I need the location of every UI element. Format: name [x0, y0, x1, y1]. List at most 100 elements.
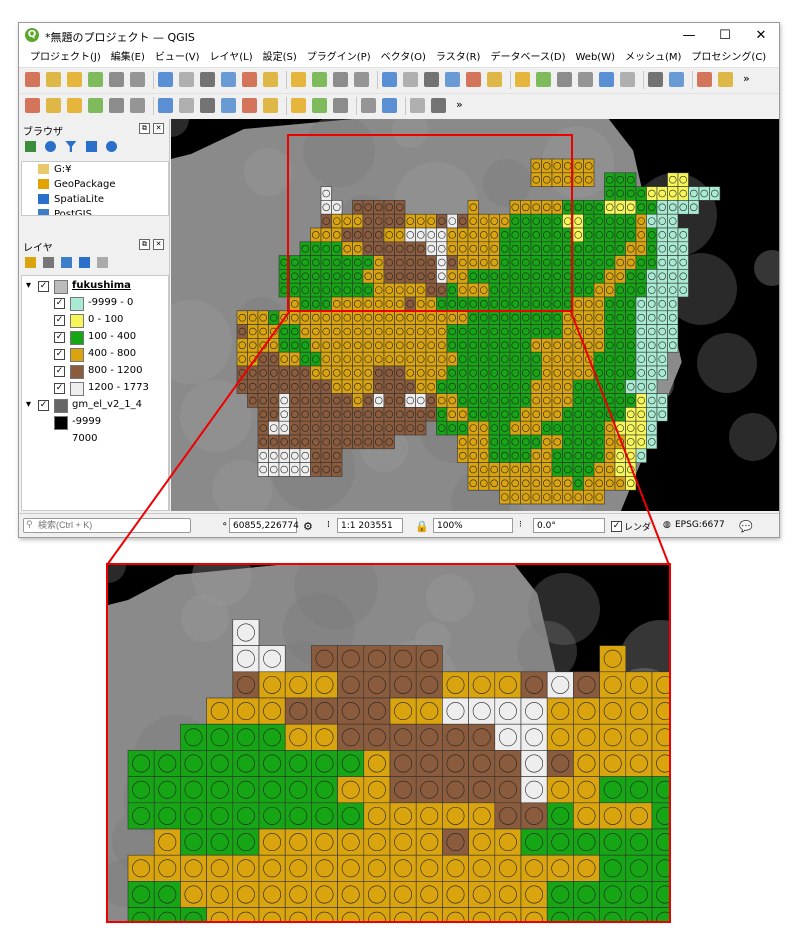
tbar2-tool-icon-3[interactable]	[88, 98, 103, 113]
toolbar-overflow-icon[interactable]: »	[743, 72, 750, 85]
tbar1-tool-icon-16[interactable]	[382, 72, 397, 87]
layer-tree-row[interactable]: ✓ 0 - 100	[22, 312, 168, 328]
refresh-icon[interactable]	[45, 141, 57, 152]
layer-visibility-checkbox[interactable]: ✓	[54, 383, 65, 394]
tbar2-tool-icon-12[interactable]	[291, 98, 306, 113]
menu-item-10[interactable]: メッシュ(M)	[620, 49, 686, 67]
minimize-button[interactable]: —	[671, 23, 707, 49]
visibility-icon[interactable]	[61, 257, 72, 268]
tbar1-tool-icon-23[interactable]	[536, 72, 551, 87]
float-panel-icon[interactable]: ⧉	[139, 123, 150, 134]
tbar2-tool-icon-8[interactable]	[200, 98, 215, 113]
toggle-extents-icon[interactable]: ⚙	[303, 520, 313, 533]
browser-item[interactable]: GeoPackage	[26, 179, 115, 190]
tbar2-tool-icon-0[interactable]	[25, 98, 40, 113]
tbar1-tool-icon-13[interactable]	[312, 72, 327, 87]
tbar1-tool-icon-2[interactable]	[67, 72, 82, 87]
close-panel-icon[interactable]: ✕	[153, 239, 164, 250]
tbar1-tool-icon-17[interactable]	[403, 72, 418, 87]
layer-tree-row[interactable]: ✓ fukushima	[22, 278, 168, 294]
menu-item-7[interactable]: ラスタ(R)	[431, 49, 486, 67]
tbar1-tool-icon-6[interactable]	[158, 72, 173, 87]
tbar1-tool-icon-15[interactable]	[354, 72, 369, 87]
tbar1-tool-icon-4[interactable]	[109, 72, 124, 87]
tbar1-tool-icon-18[interactable]	[424, 72, 439, 87]
close-panel-icon[interactable]: ✕	[153, 123, 164, 134]
filter-icon[interactable]	[65, 141, 77, 152]
layer-tree-row[interactable]: ✓ gm_el_v2_1_4	[22, 397, 168, 413]
tbar1-tool-icon-7[interactable]	[179, 72, 194, 87]
add-group-icon[interactable]	[43, 257, 54, 268]
tbar1-tool-icon-12[interactable]	[291, 72, 306, 87]
tbar1-tool-icon-10[interactable]	[242, 72, 257, 87]
menu-item-6[interactable]: ベクタ(O)	[376, 49, 431, 67]
menu-item-8[interactable]: データベース(D)	[485, 49, 570, 67]
layer-tree-row[interactable]: -9999	[22, 414, 168, 430]
tbar1-tool-icon-19[interactable]	[445, 72, 460, 87]
tbar2-tool-icon-1[interactable]	[46, 98, 61, 113]
tbar2-tool-icon-13[interactable]	[312, 98, 327, 113]
browser-item[interactable]: SpatiaLite	[26, 194, 104, 205]
scale-field[interactable]: 1:1 203551	[337, 518, 403, 533]
style-icon[interactable]	[25, 257, 36, 268]
layer-visibility-checkbox[interactable]: ✓	[38, 400, 49, 411]
tbar1-tool-icon-27[interactable]	[620, 72, 635, 87]
menu-item-9[interactable]: Web(W)	[570, 49, 620, 67]
add-selected-icon[interactable]	[25, 141, 36, 152]
browser-item[interactable]: G:¥	[26, 164, 71, 175]
layer-tree-row[interactable]: ✓ -9999 - 0	[22, 295, 168, 311]
tbar1-tool-icon-1[interactable]	[46, 72, 61, 87]
tbar1-tool-icon-3[interactable]	[88, 72, 103, 87]
tbar1-tool-icon-11[interactable]	[263, 72, 278, 87]
browser-item[interactable]: PostGIS	[26, 209, 92, 215]
coordinate-field[interactable]: 60855,226774	[229, 518, 299, 533]
menu-item-3[interactable]: レイヤ(L)	[205, 49, 258, 67]
layer-tree-row[interactable]: ✓ 1200 - 1773	[22, 380, 168, 396]
layer-visibility-checkbox[interactable]: ✓	[54, 366, 65, 377]
menu-item-2[interactable]: ビュー(V)	[150, 49, 205, 67]
lock-icon[interactable]: 🔒	[415, 520, 429, 533]
info-icon[interactable]	[105, 141, 117, 152]
menu-item-11[interactable]: プロセシング(C)	[686, 49, 771, 67]
collapse-all-icon[interactable]	[85, 141, 97, 152]
layer-visibility-checkbox[interactable]: ✓	[54, 332, 65, 343]
tbar1-tool-icon-22[interactable]	[515, 72, 530, 87]
close-button[interactable]: ✕	[743, 23, 779, 49]
tbar1-tool-icon-24[interactable]	[557, 72, 572, 87]
tbar1-tool-icon-25[interactable]	[578, 72, 593, 87]
menu-item-0[interactable]: プロジェクト(J)	[25, 49, 106, 67]
filter-icon[interactable]	[79, 257, 90, 268]
tbar1-tool-icon-5[interactable]	[130, 72, 145, 87]
layer-tree-row[interactable]: ✓ 100 - 400	[22, 329, 168, 345]
tbar2-tool-icon-7[interactable]	[179, 98, 194, 113]
tbar2-tool-icon-17[interactable]	[410, 98, 425, 113]
toolbar-overflow-icon[interactable]: »	[456, 98, 463, 111]
crs-button[interactable]: EPSG:6677	[675, 520, 725, 530]
layer-visibility-checkbox[interactable]: ✓	[54, 298, 65, 309]
tbar1-tool-icon-9[interactable]	[221, 72, 236, 87]
layer-tree-row[interactable]: 7000	[22, 431, 168, 447]
rotation-field[interactable]: 0.0°	[533, 518, 605, 533]
tbar2-tool-icon-9[interactable]	[221, 98, 236, 113]
tbar2-tool-icon-15[interactable]	[361, 98, 376, 113]
map-canvas[interactable]	[171, 119, 779, 511]
expression-icon[interactable]	[97, 257, 108, 268]
tbar2-tool-icon-5[interactable]	[130, 98, 145, 113]
tbar2-tool-icon-6[interactable]	[158, 98, 173, 113]
tbar2-tool-icon-10[interactable]	[242, 98, 257, 113]
layer-visibility-checkbox[interactable]: ✓	[38, 281, 49, 292]
tbar2-tool-icon-2[interactable]	[67, 98, 82, 113]
magnifier-field[interactable]: 100%	[433, 518, 513, 533]
layer-visibility-checkbox[interactable]: ✓	[54, 315, 65, 326]
menu-item-1[interactable]: 編集(E)	[106, 49, 150, 67]
maximize-button[interactable]: ☐	[707, 23, 743, 49]
tbar2-tool-icon-14[interactable]	[333, 98, 348, 113]
tbar1-tool-icon-0[interactable]	[25, 72, 40, 87]
layer-tree-row[interactable]: ✓ 800 - 1200	[22, 363, 168, 379]
layer-visibility-checkbox[interactable]: ✓	[54, 349, 65, 360]
menu-item-4[interactable]: 設定(S)	[258, 49, 302, 67]
tbar1-tool-icon-30[interactable]	[697, 72, 712, 87]
messages-icon[interactable]: 💬	[739, 520, 753, 533]
float-panel-icon[interactable]: ⧉	[139, 239, 150, 250]
tbar1-tool-icon-21[interactable]	[487, 72, 502, 87]
